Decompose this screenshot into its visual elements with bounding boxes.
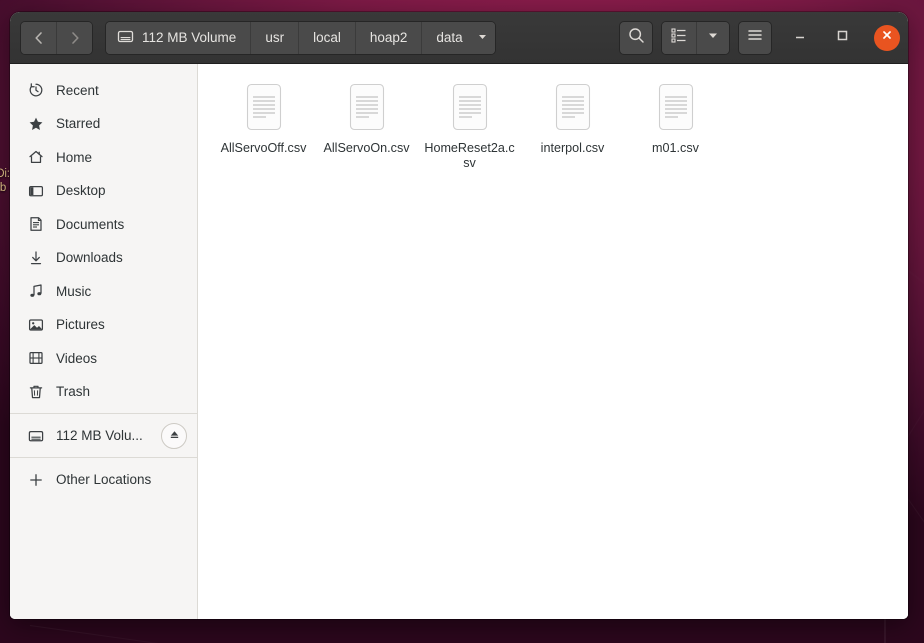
sidebar-item-downloads[interactable]: Downloads — [10, 243, 197, 272]
back-button[interactable] — [21, 21, 57, 54]
main-menu-button[interactable] — [738, 20, 772, 55]
breadcrumb-label: data — [436, 30, 463, 45]
sidebar-item-other-locations[interactable]: Other Locations — [10, 465, 197, 494]
file-item[interactable]: HomeReset2a.csv — [418, 78, 521, 177]
background-streak — [29, 625, 328, 643]
sidebar-item-music[interactable]: Music — [10, 277, 197, 306]
text-file-icon — [240, 82, 288, 134]
breadcrumb-label: 112 MB Volume — [142, 30, 237, 45]
sidebar-item-trash[interactable]: Trash — [10, 377, 197, 406]
sidebar-item-label: Starred — [56, 116, 101, 131]
sidebar-item-label: Downloads — [56, 250, 123, 265]
sidebar-item-volume[interactable]: 112 MB Volu... — [10, 421, 197, 450]
close-button[interactable] — [874, 24, 900, 51]
breadcrumb-item-usr[interactable]: usr — [251, 21, 300, 54]
sidebar: Recent Starred Home Desktop Documents Do… — [10, 64, 198, 619]
sidebar-item-documents[interactable]: Documents — [10, 210, 197, 239]
video-icon — [28, 350, 44, 366]
breadcrumb-item-hoap2[interactable]: hoap2 — [355, 21, 423, 54]
file-item[interactable]: AllServoOff.csv — [212, 78, 315, 177]
list-view-icon — [670, 26, 688, 49]
sidebar-item-home[interactable]: Home — [10, 143, 197, 172]
sidebar-item-videos[interactable]: Videos — [10, 344, 197, 373]
minimize-button[interactable] — [786, 24, 814, 52]
file-grid: AllServoOff.csv AllServoOn.csv HomeReset… — [212, 78, 908, 177]
search-button[interactable] — [619, 20, 653, 55]
breadcrumb-label: local — [313, 30, 341, 45]
sidebar-item-label: Videos — [56, 350, 98, 366]
file-name: m01.csv — [652, 141, 699, 155]
sidebar-item-label: Music — [56, 283, 92, 299]
picture-icon — [28, 317, 44, 333]
maximize-icon — [834, 27, 850, 48]
search-icon — [627, 26, 646, 50]
navigation-buttons — [20, 20, 93, 55]
chevron-left-icon — [31, 30, 47, 46]
chevron-down-icon — [476, 30, 489, 46]
file-name: AllServoOn.csv — [323, 141, 410, 155]
minimize-icon — [792, 27, 808, 48]
eject-icon — [168, 428, 181, 444]
sidebar-item-pictures[interactable]: Pictures — [10, 310, 197, 339]
sidebar-item-label: Home — [56, 149, 93, 165]
file-item[interactable]: AllServoOn.csv — [315, 78, 418, 177]
text-file-icon — [446, 82, 494, 134]
plus-icon — [28, 472, 44, 488]
sidebar-item-desktop[interactable]: Desktop — [10, 176, 197, 205]
file-item[interactable]: m01.csv — [624, 78, 727, 177]
sidebar-item-label: Recent — [56, 82, 99, 98]
file-name: interpol.csv — [540, 141, 605, 155]
file-name: HomeReset2a.csv — [424, 141, 515, 170]
file-name: AllServoOff.csv — [220, 141, 307, 155]
text-file-icon — [343, 82, 391, 134]
breadcrumb: 112 MB Volume usr local hoap2 data — [105, 20, 496, 55]
sidebar-divider — [10, 457, 197, 458]
sidebar-item-label: Documents — [56, 216, 125, 232]
sidebar-item-starred[interactable]: Starred — [10, 109, 197, 138]
breadcrumb-item-volume[interactable]: 112 MB Volume — [106, 21, 252, 54]
document-icon — [28, 216, 44, 232]
close-icon — [880, 28, 894, 47]
sidebar-item-label: Trash — [56, 384, 91, 399]
download-icon — [28, 250, 44, 266]
sidebar-item-label: Pictures — [56, 317, 105, 332]
window-body: Recent Starred Home Desktop Documents Do… — [10, 64, 908, 619]
file-manager-window: 112 MB Volume usr local hoap2 data Recen… — [10, 12, 908, 619]
chevron-down-icon — [706, 28, 720, 47]
sidebar-divider — [10, 413, 197, 414]
maximize-button[interactable] — [828, 24, 856, 52]
view-options-button[interactable] — [697, 21, 729, 54]
home-icon — [28, 149, 44, 165]
sidebar-item-label: Desktop — [56, 183, 106, 198]
window-headerbar: 112 MB Volume usr local hoap2 data — [10, 12, 908, 64]
chevron-right-icon — [67, 30, 83, 46]
star-icon — [28, 116, 44, 132]
music-note-icon — [28, 283, 44, 299]
hamburger-menu-icon — [746, 26, 764, 49]
desktop-background: Di: b 112 MB Volume usr local hoap2 data… — [0, 0, 924, 643]
breadcrumb-label: usr — [265, 30, 285, 45]
list-view-button[interactable] — [662, 21, 697, 54]
drive-icon — [117, 28, 134, 48]
desktop-icon — [28, 183, 44, 199]
sidebar-item-label: 112 MB Volu... — [56, 428, 143, 443]
trash-icon — [28, 384, 44, 400]
drive-icon — [28, 428, 44, 444]
view-switcher — [661, 20, 730, 55]
clock-icon — [28, 82, 44, 98]
file-item[interactable]: interpol.csv — [521, 78, 624, 177]
forward-button[interactable] — [57, 21, 92, 54]
breadcrumb-item-data[interactable]: data — [422, 21, 495, 54]
text-file-icon — [549, 82, 597, 134]
breadcrumb-label: hoap2 — [369, 30, 408, 45]
breadcrumb-item-local[interactable]: local — [299, 21, 356, 54]
text-file-icon — [652, 82, 700, 134]
eject-button[interactable] — [161, 422, 187, 449]
sidebar-item-recent[interactable]: Recent — [10, 76, 197, 105]
sidebar-item-label: Other Locations — [56, 472, 152, 487]
file-list-view[interactable]: AllServoOff.csv AllServoOn.csv HomeReset… — [198, 64, 908, 619]
